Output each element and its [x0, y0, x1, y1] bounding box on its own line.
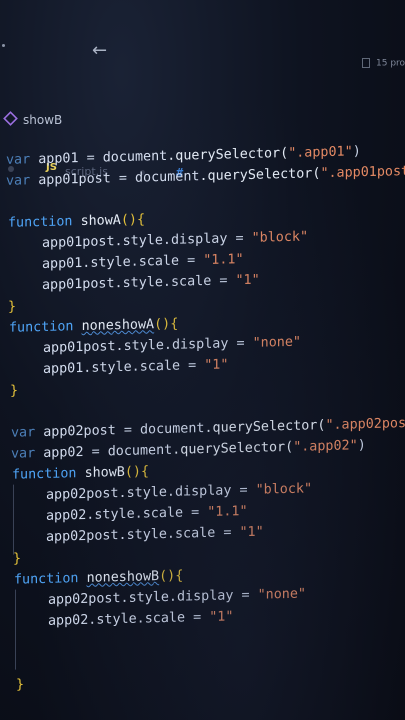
back-arrow-icon[interactable]: ←	[92, 40, 107, 61]
identifier: app02	[43, 444, 84, 461]
menu-dot-icon	[2, 44, 5, 47]
string: "block"	[255, 481, 313, 498]
statement: app01post.style.display	[43, 336, 229, 356]
object: document	[102, 148, 168, 166]
page-count: 15 pro	[362, 58, 405, 69]
string: ".app02post"	[325, 415, 405, 434]
operator: =	[83, 444, 108, 460]
identifier: app01	[38, 151, 79, 168]
brace: (){	[124, 464, 150, 480]
method: .querySelector(	[204, 418, 326, 437]
string: ".app01"	[288, 144, 353, 161]
breadcrumb[interactable]: showB	[3, 111, 63, 127]
statement: app02post.style.scale	[46, 525, 216, 545]
operator: =	[228, 335, 253, 352]
operator: =	[231, 482, 256, 499]
string: "1.1"	[203, 252, 244, 269]
page-count-label: 15 pro	[376, 58, 405, 69]
top-bar: ← 15 pro	[0, 0, 405, 80]
operator: =	[78, 150, 103, 167]
keyword: function	[8, 214, 73, 231]
function-name: showA	[80, 213, 121, 230]
string: "1.1"	[207, 503, 248, 520]
code-editor[interactable]: var app01 = document.querySelector(".app…	[0, 139, 405, 696]
indent-guide	[13, 484, 14, 555]
method: .querySelector(	[199, 166, 321, 185]
paren: )	[352, 144, 361, 160]
keyword: function	[12, 466, 77, 483]
method: .querySelector(	[167, 145, 289, 164]
string: "1"	[209, 609, 234, 625]
brace: }	[10, 383, 19, 399]
statement: app01.style.scale	[43, 358, 181, 377]
operator: =	[183, 504, 208, 521]
statement: app02post.style.display	[48, 588, 234, 608]
statement: app01post.style.display	[42, 231, 228, 251]
operator: =	[211, 273, 236, 289]
keyword: var	[6, 152, 31, 168]
editor-tabs: JS script.js #	[0, 80, 405, 180]
brace: (){	[159, 568, 184, 585]
string: "block"	[251, 229, 309, 246]
operator: =	[185, 609, 210, 626]
statement: app02post.style.display	[46, 483, 232, 503]
operator: =	[215, 525, 240, 541]
keyword: function	[14, 571, 79, 588]
string: ".app01post"	[320, 163, 405, 182]
function-cube-icon	[3, 111, 18, 126]
method: .querySelector(	[172, 439, 294, 458]
string: "1"	[235, 272, 260, 289]
object: document	[135, 169, 200, 186]
keyword: function	[9, 319, 74, 336]
brace: (){	[120, 212, 146, 229]
string: "none"	[257, 586, 306, 603]
paren: )	[357, 438, 366, 454]
keyword: var	[6, 173, 31, 189]
statement: app01post.style.scale	[42, 273, 212, 293]
operator: =	[110, 170, 135, 187]
statement: app01.style.scale	[42, 253, 180, 272]
brace: }	[16, 677, 25, 693]
keyword: var	[11, 446, 36, 462]
breadcrumb-label: showB	[23, 113, 63, 127]
brace: }	[8, 299, 17, 315]
statement: app02.style.scale	[46, 505, 184, 524]
indent-guide-2	[15, 589, 16, 670]
operator: =	[179, 253, 204, 269]
operator: =	[115, 422, 140, 439]
string: "none"	[252, 334, 301, 351]
function-name: noneshowA	[81, 317, 155, 335]
identifier: app01post	[38, 171, 111, 189]
object: document	[140, 421, 205, 438]
brace: }	[13, 551, 22, 567]
identifier: app02post	[43, 423, 116, 440]
operator: =	[227, 230, 252, 247]
string: ".app02"	[293, 438, 358, 455]
operator: =	[180, 358, 205, 374]
object: document	[107, 442, 173, 460]
string: "1"	[239, 524, 264, 541]
page-icon	[362, 58, 370, 68]
statement: app02.style.scale	[48, 610, 186, 629]
string: "1"	[204, 357, 229, 374]
operator: =	[233, 587, 258, 604]
brace: (){	[154, 316, 179, 333]
keyword: var	[11, 425, 36, 441]
function-name: noneshowB	[86, 569, 160, 586]
function-name: showB	[84, 464, 125, 481]
